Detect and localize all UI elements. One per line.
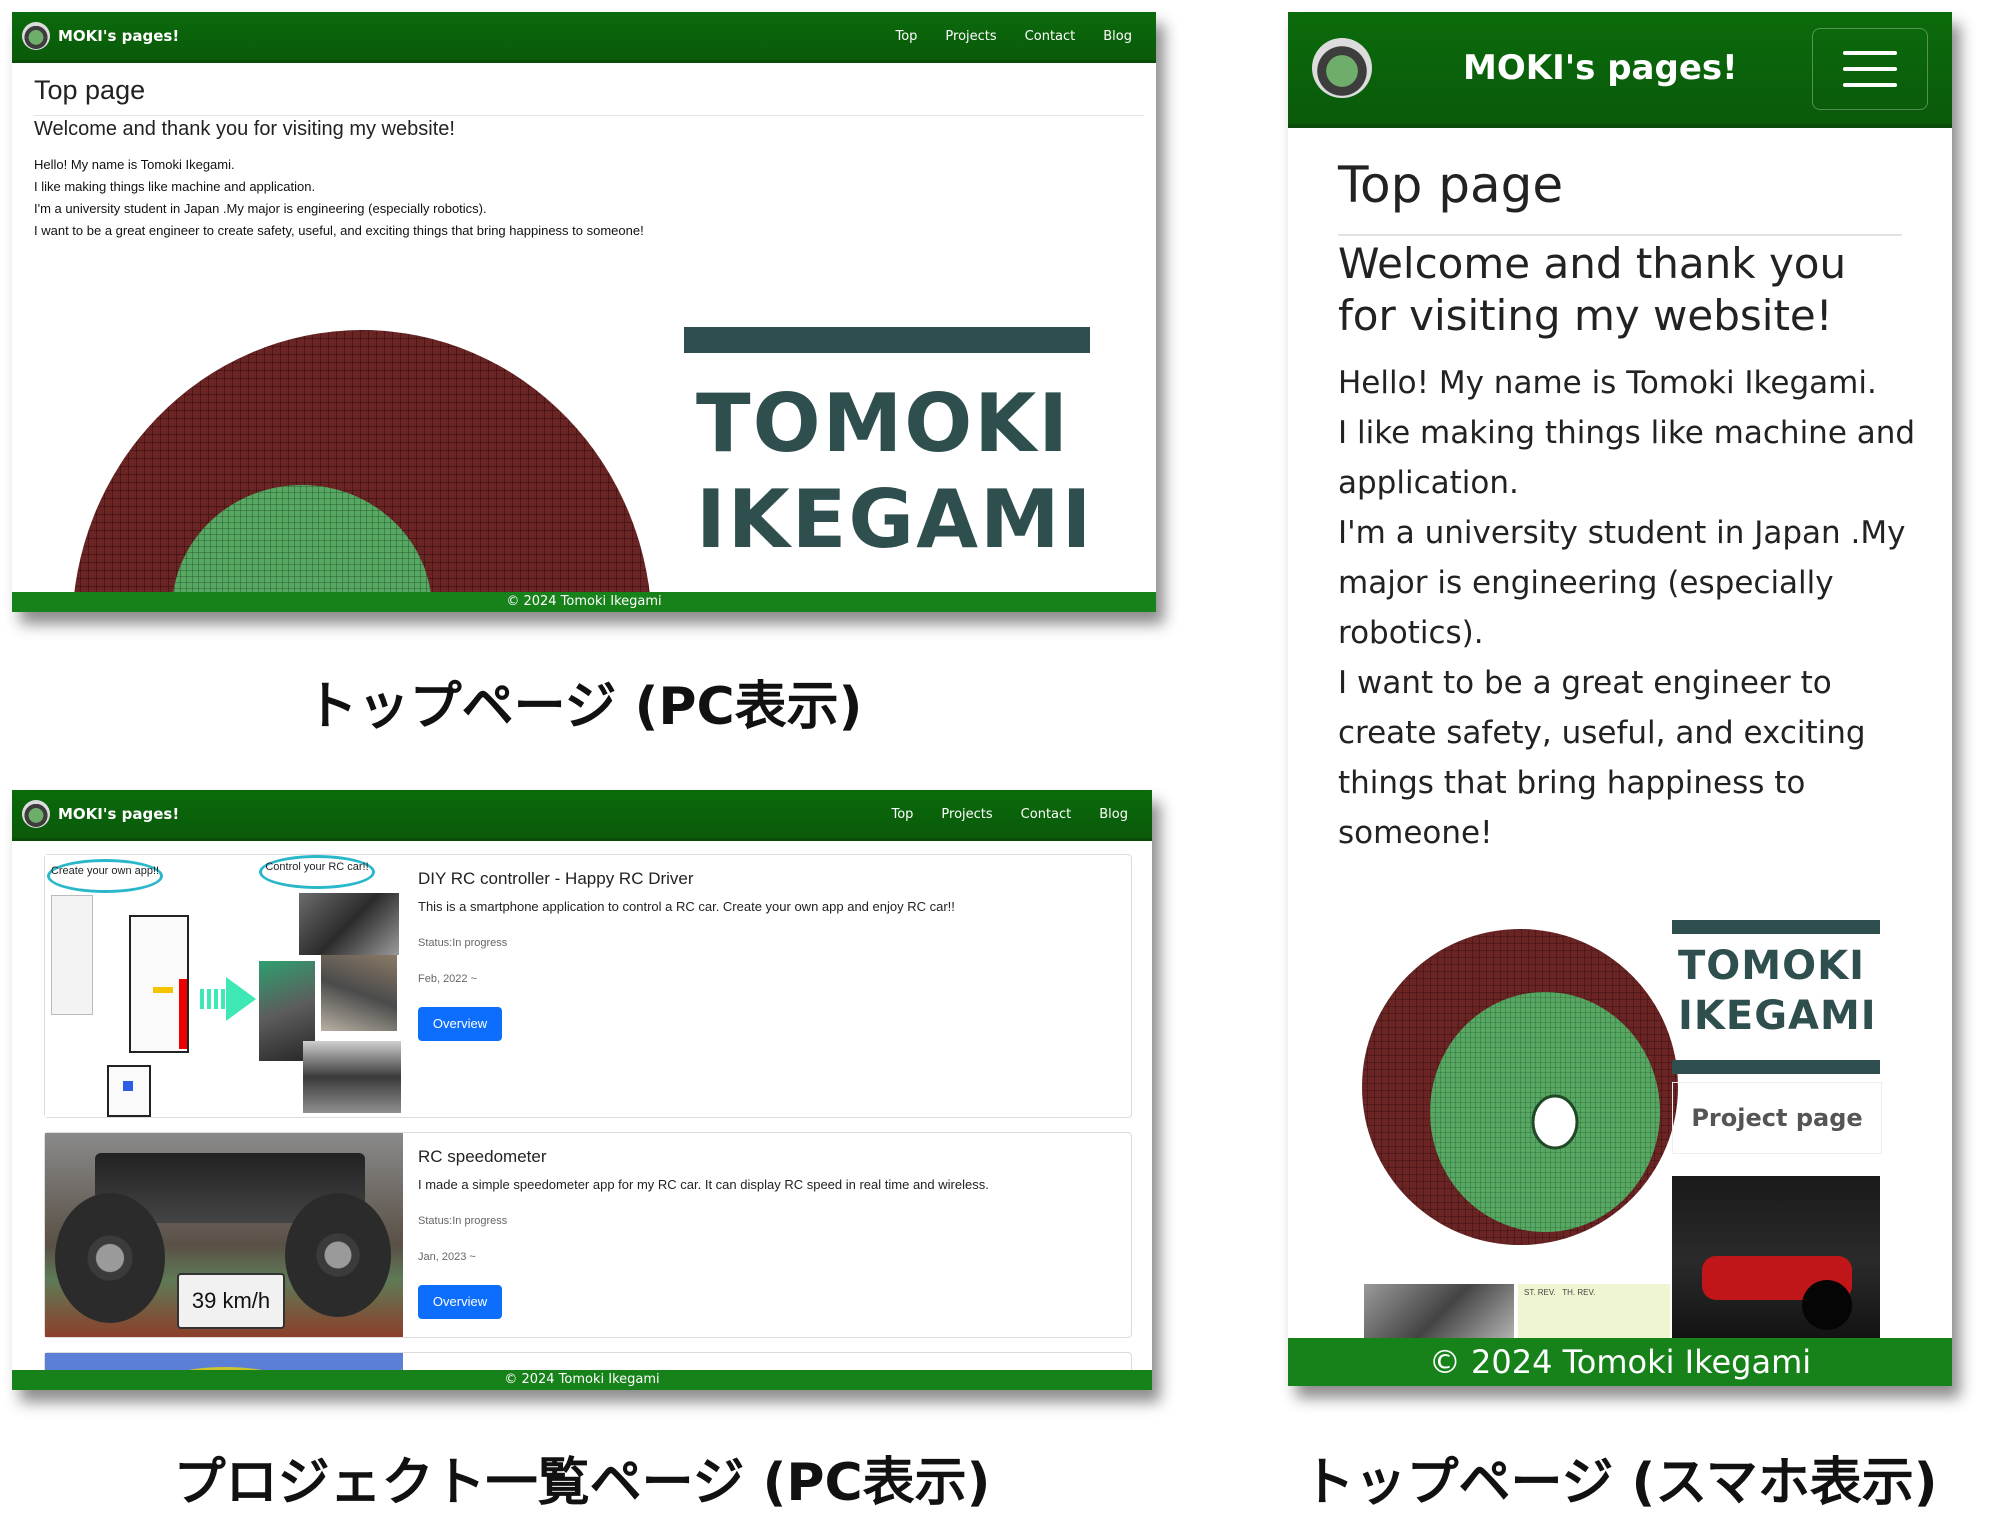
- banner-bar: [1672, 920, 1880, 934]
- arrow-right-icon: [226, 977, 256, 1021]
- brand-label: MOKI's pages!: [58, 805, 180, 823]
- brand-label[interactable]: MOKI's pages!: [1463, 48, 1738, 88]
- project-status: Status:In progress: [418, 937, 508, 949]
- hamburger-menu-button[interactable]: [1812, 28, 1928, 110]
- overview-button[interactable]: Overview: [418, 1007, 502, 1041]
- car-logo-icon: [22, 800, 50, 828]
- menu-icon-bar: [1843, 83, 1897, 87]
- project-date: Feb, 2022 ~: [418, 973, 478, 985]
- speed-display: 39 km/h: [177, 1273, 285, 1329]
- intro-line: I'm a university student in Japan .My ma…: [1338, 515, 1906, 651]
- nav-projects[interactable]: Projects: [941, 807, 992, 822]
- nav-top[interactable]: Top: [891, 807, 913, 822]
- project-description: This is a smartphone application to cont…: [418, 899, 955, 914]
- nav-links: Top Projects Contact Blog: [863, 807, 1128, 822]
- intro-line: I want to be a great engineer to create …: [1338, 665, 1866, 851]
- intro-line: I'm a university student in Japan .My ma…: [34, 201, 487, 216]
- banner-bar: [1672, 1060, 1880, 1074]
- welcome-heading: Welcome and thank you for visiting my we…: [1338, 239, 1847, 340]
- app-screen-labels: ST. REV. TH. REV.: [1524, 1288, 1596, 1297]
- project-card: Create your own app!! Control your RC ca…: [44, 854, 1132, 1118]
- bubble-create-app: Create your own app!!: [47, 859, 163, 893]
- project-thumbnail: 39 km/h: [45, 1133, 403, 1337]
- overview-button[interactable]: Overview: [418, 1285, 502, 1319]
- brand[interactable]: MOKI's pages!: [22, 22, 179, 50]
- rc-car-photo: [299, 893, 399, 955]
- banner-name-line2: IKEGAMI: [1678, 993, 1877, 1039]
- navbar: MOKI's pages!: [1288, 12, 1952, 128]
- caption-mobile-top: トップページ (スマホ表示): [1302, 1453, 1938, 1513]
- nav-blog[interactable]: Blog: [1103, 29, 1132, 44]
- rc-wheel-right: [285, 1193, 391, 1317]
- tire-3d-image: [73, 330, 651, 600]
- nav-blog[interactable]: Blog: [1099, 807, 1128, 822]
- intro-line: I want to be a great engineer to create …: [34, 223, 644, 238]
- project-description: I made a simple speedometer app for my R…: [418, 1177, 989, 1192]
- project-thumbnail: Create your own app!! Control your RC ca…: [45, 855, 403, 1117]
- menu-icon-bar: [1843, 51, 1897, 55]
- rc-car-photo: [303, 1041, 401, 1113]
- mobile-top-screenshot: MOKI's pages! Top page Welcome and thank…: [1288, 12, 1952, 1386]
- project-status: Status:In progress: [418, 1215, 508, 1227]
- nav-top[interactable]: Top: [895, 29, 917, 44]
- nav-links: Top Projects Contact Blog: [867, 29, 1132, 44]
- pc-projects-screenshot: MOKI's pages! Top Projects Contact Blog …: [12, 790, 1152, 1390]
- nav-contact[interactable]: Contact: [1025, 29, 1076, 44]
- car-logo-icon: [22, 22, 50, 50]
- nav-projects[interactable]: Projects: [945, 29, 996, 44]
- navbar: MOKI's pages! Top Projects Contact Blog: [12, 12, 1156, 63]
- intro-line: Hello! My name is Tomoki Ikegami.: [1338, 365, 1877, 401]
- project-page-link[interactable]: Project page: [1672, 1082, 1882, 1154]
- intro-line: I like making things like machine and ap…: [34, 179, 316, 194]
- f1-car-photo: [1672, 1176, 1880, 1346]
- bubble-control-car: Control your RC car!!: [259, 855, 375, 889]
- banner-name-line2: IKEGAMI: [696, 473, 1094, 566]
- page-title: Top page: [34, 75, 146, 105]
- divider: [34, 115, 1144, 116]
- footer: © 2024 Tomoki Ikegami: [12, 592, 1156, 612]
- intro-line: Hello! My name is Tomoki Ikegami.: [34, 157, 235, 172]
- tire-3d-image: [1362, 929, 1678, 1245]
- arrow-shaft: [200, 989, 228, 1009]
- nav-contact[interactable]: Contact: [1021, 807, 1072, 822]
- caption-pc-projects: プロジェクト一覧ページ (PC表示): [173, 1453, 991, 1513]
- car-logo-icon[interactable]: [1312, 38, 1372, 98]
- project-thumb: [1364, 1284, 1514, 1346]
- navbar: MOKI's pages! Top Projects Contact Blog: [12, 790, 1152, 841]
- project-title[interactable]: RC speedometer: [418, 1147, 547, 1167]
- intro-text: Hello! My name is Tomoki Ikegami. I like…: [1338, 358, 1928, 858]
- project-date: Jan, 2023 ~: [418, 1251, 476, 1263]
- banner-name-line1: TOMOKI: [1678, 943, 1865, 989]
- phone-screen-image: [129, 915, 189, 1053]
- banner-name-line1: TOMOKI: [696, 377, 1070, 470]
- banner-bar: [684, 327, 1090, 353]
- project-title[interactable]: DIY RC controller - Happy RC Driver: [418, 869, 694, 889]
- brand[interactable]: MOKI's pages!: [22, 800, 179, 828]
- menu-icon-bar: [1843, 67, 1897, 71]
- project-thumb: ST. REV. TH. REV.: [1518, 1284, 1670, 1346]
- footer: © 2024 Tomoki Ikegami: [1288, 1338, 1952, 1386]
- pc-top-screenshot: MOKI's pages! Top Projects Contact Blog …: [12, 12, 1156, 612]
- rc-car-photo: [321, 955, 397, 1031]
- welcome-heading: Welcome and thank you for visiting my we…: [34, 118, 455, 140]
- phone-screen-image: [107, 1065, 151, 1117]
- phone-screen-image: [51, 895, 93, 1015]
- caption-pc-top: トップページ (PC表示): [305, 677, 863, 737]
- brand-label: MOKI's pages!: [58, 27, 180, 45]
- rc-wheel-left: [55, 1193, 165, 1323]
- project-card: 39 km/h RC speedometer I made a simple s…: [44, 1132, 1132, 1338]
- footer: © 2024 Tomoki Ikegami: [12, 1370, 1152, 1390]
- page-title: Top page: [1338, 156, 1564, 214]
- intro-line: I like making things like machine and ap…: [1338, 415, 1916, 501]
- intro-text: Hello! My name is Tomoki Ikegami. I like…: [34, 154, 644, 242]
- divider: [1338, 234, 1902, 236]
